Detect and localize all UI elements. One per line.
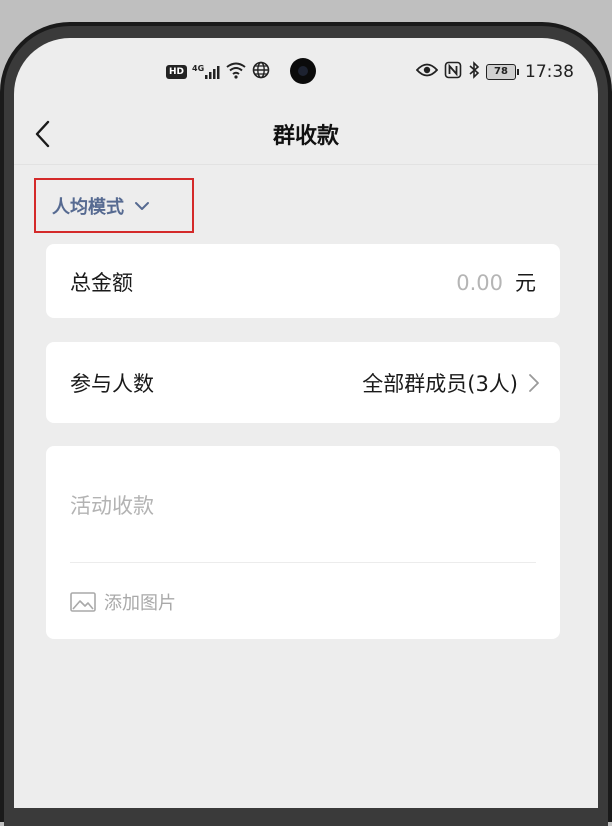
status-right: 78 17:38: [415, 60, 574, 84]
nav-bar: 群收款: [14, 106, 598, 165]
chevron-right-icon: [529, 374, 539, 392]
total-amount-input[interactable]: 0.00: [456, 271, 503, 295]
status-time: 17:38: [525, 62, 574, 82]
total-amount-label: 总金额: [70, 271, 133, 295]
mode-label: 人均模式: [52, 196, 124, 218]
wifi-icon: [225, 61, 247, 83]
status-bar: HD 4G 78 17:38: [14, 38, 598, 106]
add-image-button[interactable]: 添加图片: [70, 589, 176, 615]
image-icon: [70, 592, 96, 612]
front-camera: [290, 58, 316, 84]
total-amount-card[interactable]: 总金额 0.00 元: [46, 244, 560, 318]
network-type: 4G: [192, 64, 205, 73]
status-left: HD 4G: [166, 61, 270, 83]
participants-value: 全部群成员(3人): [362, 372, 518, 396]
nfc-icon: [444, 61, 462, 83]
screen: HD 4G 78 17:38 群收款 人均模式 总金额 0.00 元 参与人数 …: [14, 38, 598, 808]
eye-icon: [415, 62, 439, 82]
note-card: 活动收款 添加图片: [46, 446, 560, 639]
page-title: 群收款: [272, 124, 339, 149]
battery-icon: 78: [486, 64, 519, 80]
participants-selector[interactable]: 全部群成员(3人): [362, 368, 540, 398]
divider: [70, 562, 536, 563]
currency-unit: 元: [515, 271, 536, 295]
total-amount-field[interactable]: 0.00 元: [456, 267, 536, 297]
globe-icon: [252, 61, 270, 83]
hd-badge: HD: [166, 65, 188, 79]
participants-label: 参与人数: [70, 372, 154, 396]
bluetooth-icon: [468, 61, 480, 83]
note-input[interactable]: 活动收款: [70, 490, 530, 520]
participants-card[interactable]: 参与人数 全部群成员(3人): [46, 342, 560, 423]
battery-level: 78: [486, 64, 516, 80]
add-image-label: 添加图片: [104, 593, 176, 614]
mode-selector[interactable]: 人均模式: [34, 178, 194, 233]
chevron-down-icon: [135, 201, 149, 210]
signal-icon: 4G: [192, 64, 220, 80]
